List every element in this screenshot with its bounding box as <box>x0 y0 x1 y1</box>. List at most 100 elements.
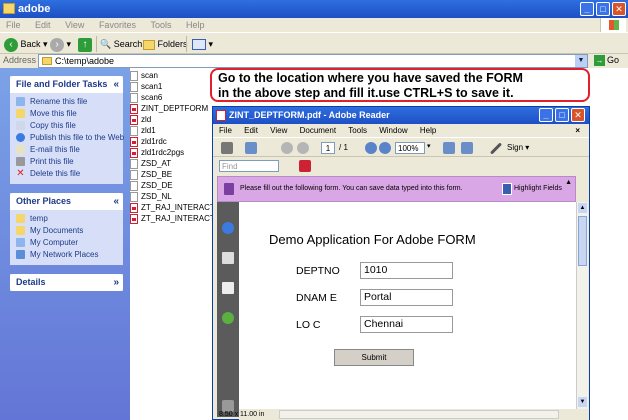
search-button[interactable]: 🔍 Search <box>100 36 142 52</box>
task-email[interactable]: E-mail this file <box>10 144 123 156</box>
task-rename[interactable]: Rename this file <box>10 96 123 108</box>
file-item[interactable]: scan1 <box>130 81 216 92</box>
printer-icon[interactable] <box>221 142 233 154</box>
file-item[interactable]: zld1 <box>130 125 216 136</box>
details-panel: Details » <box>10 274 123 291</box>
scroll-thumb[interactable] <box>578 216 587 266</box>
reader-menu-edit[interactable]: Edit <box>244 126 258 135</box>
menu-edit[interactable]: Edit <box>35 18 51 32</box>
sign-button[interactable]: Sign ▾ <box>507 143 529 152</box>
address-input[interactable]: C:\temp\adobe ▼ <box>38 54 588 68</box>
menu-favorites[interactable]: Favorites <box>99 18 136 32</box>
highlight-fields-button[interactable]: Highlight Fields <box>514 185 562 192</box>
reader-menu-help[interactable]: Help <box>420 126 436 135</box>
find-input[interactable]: Find <box>219 160 279 172</box>
reader-menu-file[interactable]: File <box>219 126 232 135</box>
task-move[interactable]: Move this file <box>10 108 123 120</box>
reader-title-bar[interactable]: ZINT_DEPTFORM.pdf - Adobe Reader _ □ ✕ <box>213 107 589 124</box>
email-icon[interactable] <box>245 142 257 154</box>
form-icon <box>224 183 234 195</box>
file-item[interactable]: ZSD_NL <box>130 191 216 202</box>
minimize-button[interactable]: _ <box>580 2 594 16</box>
search-label: Search <box>113 39 143 49</box>
file-item[interactable]: scan6 <box>130 92 216 103</box>
chevron-down-icon[interactable]: ▼ <box>575 55 587 67</box>
previous-page-icon[interactable] <box>281 142 293 154</box>
close-document-icon[interactable]: × <box>575 124 580 137</box>
collapse-chevron-icon[interactable]: « <box>113 76 119 93</box>
expand-chevron-icon[interactable]: » <box>113 274 119 291</box>
panel-header[interactable]: Details » <box>10 274 123 291</box>
task-delete[interactable]: ✕ Delete this file <box>10 168 123 180</box>
scroll-arrow-icon[interactable]: ▲ <box>565 179 572 186</box>
file-item[interactable]: ZT_RAJ_INTERACTIVE_I <box>130 202 216 213</box>
file-item[interactable]: scan <box>130 70 216 81</box>
forward-button[interactable]: › ▾ <box>50 36 71 52</box>
reader-menu-window[interactable]: Window <box>379 126 407 135</box>
place-temp[interactable]: temp <box>10 213 123 225</box>
horizontal-scrollbar[interactable] <box>279 410 559 419</box>
info-icon[interactable] <box>222 222 234 234</box>
deptno-field[interactable]: 1010 <box>360 262 453 279</box>
next-page-icon[interactable] <box>297 142 309 154</box>
pdf-icon <box>130 147 138 158</box>
reader-maximize-button[interactable]: □ <box>555 108 569 122</box>
go-button[interactable]: → Go <box>594 55 619 67</box>
pdf-icon <box>130 114 138 125</box>
vertical-scrollbar[interactable]: ▲ ▼ <box>576 202 588 409</box>
menu-file[interactable]: File <box>6 18 21 32</box>
pdf-page: Demo Application For Adobe FORM DEPTNO 1… <box>239 202 576 409</box>
place-my-documents[interactable]: My Documents <box>10 225 123 237</box>
task-copy[interactable]: Copy this file <box>10 120 123 132</box>
zoom-select[interactable]: 100% <box>395 142 425 154</box>
pages-icon[interactable] <box>222 252 234 264</box>
adobe-pdf-icon[interactable] <box>299 160 311 172</box>
folders-button[interactable]: Folders <box>143 36 188 52</box>
fit-page-icon[interactable] <box>443 142 455 154</box>
explorer-title-bar[interactable]: adobe _ □ ✕ <box>0 0 628 18</box>
collapse-chevron-icon[interactable]: « <box>113 193 119 210</box>
form-title: Demo Application For Adobe FORM <box>269 232 476 247</box>
up-folder-button[interactable]: ↑ <box>78 36 92 52</box>
zoom-in-icon[interactable] <box>379 142 391 154</box>
file-item[interactable]: ZSD_DE <box>130 180 216 191</box>
reader-menu-view[interactable]: View <box>270 126 287 135</box>
menu-bar: File Edit View Favorites Tools Help <box>0 18 628 32</box>
zoom-out-icon[interactable] <box>365 142 377 154</box>
file-item[interactable]: ZSD_AT <box>130 158 216 169</box>
file-item[interactable]: zld1rdc <box>130 136 216 147</box>
place-my-network[interactable]: My Network Places <box>10 249 123 261</box>
chevron-down-icon[interactable]: ▾ <box>427 142 431 150</box>
menu-tools[interactable]: Tools <box>150 18 171 32</box>
file-item[interactable]: ZT_RAJ_INTERACTIVE_I <box>130 213 216 224</box>
file-item[interactable]: ZSD_BE <box>130 169 216 180</box>
reader-menu-tools[interactable]: Tools <box>348 126 367 135</box>
dname-field[interactable]: Portal <box>360 289 453 306</box>
loc-field[interactable]: Chennai <box>360 316 453 333</box>
close-button[interactable]: ✕ <box>612 2 626 16</box>
scroll-up-icon[interactable]: ▲ <box>578 203 587 213</box>
back-button[interactable]: ‹ Back ▾ <box>4 36 48 52</box>
fit-width-icon[interactable] <box>461 142 473 154</box>
help-icon[interactable] <box>222 312 234 324</box>
views-button[interactable]: ▾ <box>192 36 213 52</box>
panel-header[interactable]: File and Folder Tasks « <box>10 76 123 93</box>
file-item[interactable]: zld1rdc2pgs <box>130 147 216 158</box>
menu-help[interactable]: Help <box>186 18 205 32</box>
menu-view[interactable]: View <box>65 18 84 32</box>
submit-button[interactable]: Submit <box>334 349 414 366</box>
panel-header[interactable]: Other Places « <box>10 193 123 210</box>
page-number-input[interactable]: 1 <box>321 142 335 154</box>
task-print[interactable]: Print this file <box>10 156 123 168</box>
file-item[interactable]: ZINT_DEPTFORM <box>130 103 216 114</box>
maximize-button[interactable]: □ <box>596 2 610 16</box>
signatures-icon[interactable] <box>222 282 234 294</box>
place-my-computer[interactable]: My Computer <box>10 237 123 249</box>
scroll-down-icon[interactable]: ▼ <box>578 397 587 407</box>
task-publish[interactable]: Publish this file to the Web <box>10 132 124 144</box>
pen-sign-icon[interactable] <box>489 142 503 155</box>
reader-minimize-button[interactable]: _ <box>539 108 553 122</box>
reader-menu-document[interactable]: Document <box>300 126 336 135</box>
reader-close-button[interactable]: ✕ <box>571 108 585 122</box>
file-item[interactable]: zld <box>130 114 216 125</box>
